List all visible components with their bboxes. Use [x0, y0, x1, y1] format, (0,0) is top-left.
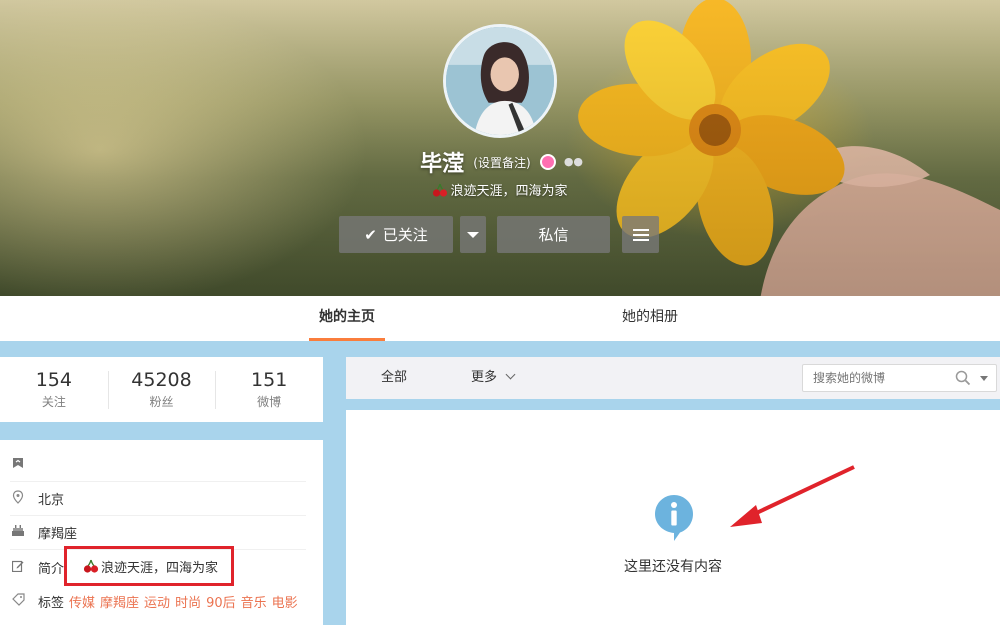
- tags-label: 标签: [38, 595, 65, 611]
- feed-panel: 这里还没有内容: [346, 410, 1000, 625]
- member-badge-icon[interactable]: [539, 154, 556, 170]
- tag-link[interactable]: 运动: [144, 592, 170, 611]
- caret-down-icon: [467, 231, 479, 238]
- filter-more-dropdown[interactable]: 更多: [471, 357, 516, 399]
- level-badge-icon[interactable]: ●●: [564, 156, 583, 168]
- profile-name: 毕滢: [420, 152, 465, 177]
- info-row-birthday: 摩羯座: [10, 516, 306, 550]
- location-pin-icon: [10, 490, 26, 507]
- empty-state-text: 这里还没有内容: [624, 559, 722, 575]
- stat-value: 151: [251, 369, 288, 391]
- tag-link[interactable]: 传媒: [69, 592, 95, 611]
- stat-posts[interactable]: 151 微博: [215, 357, 323, 422]
- stat-following[interactable]: 154 关注: [0, 357, 108, 422]
- tag-link[interactable]: 电影: [272, 592, 298, 611]
- stat-followers[interactable]: 45208 粉丝: [107, 357, 216, 422]
- info-row-level: [10, 448, 306, 482]
- stat-value: 154: [35, 369, 72, 391]
- cherry-icon: [83, 559, 99, 573]
- annotation-arrow: [730, 465, 855, 527]
- weibo-search-box: [802, 364, 997, 392]
- stat-value: 45208: [131, 369, 192, 391]
- check-icon: ✔: [364, 225, 377, 244]
- zodiac-text: 摩羯座: [38, 527, 78, 542]
- set-remark-link[interactable]: (设置备注): [473, 156, 530, 170]
- name-row: 毕滢 (设置备注) ●●: [0, 146, 1000, 178]
- menu-icon: [632, 226, 649, 244]
- chevron-down-icon: [505, 369, 516, 380]
- tag-link[interactable]: 摩羯座: [100, 592, 139, 611]
- tag-link[interactable]: 音乐: [241, 592, 267, 611]
- search-options-caret-icon[interactable]: [980, 376, 988, 381]
- more-menu-button[interactable]: [622, 216, 659, 253]
- stat-label: 粉丝: [149, 395, 174, 409]
- stat-label: 微博: [257, 395, 282, 409]
- profile-motto: 浪迹天涯，四海为家: [0, 180, 1000, 199]
- cherry-icon: [433, 183, 448, 197]
- tag-link[interactable]: 90后: [206, 592, 236, 611]
- edit-icon: [10, 560, 26, 575]
- tag-icon: [10, 593, 26, 609]
- filter-all-tab[interactable]: 全部: [381, 357, 407, 399]
- cover-banner: 毕滢 (设置备注) ●● 浪迹天涯，四海为家 ✔ 已关注 私信: [0, 0, 1000, 296]
- stats-card: 154 关注 45208 粉丝 151 微博: [0, 357, 323, 422]
- tab-home[interactable]: 她的主页: [309, 296, 385, 341]
- message-label: 私信: [538, 226, 569, 244]
- info-row-location: 北京: [10, 482, 306, 516]
- message-button[interactable]: 私信: [497, 216, 610, 253]
- avatar[interactable]: [443, 24, 557, 138]
- weibo-search-input[interactable]: [803, 365, 953, 391]
- profile-tabbar: 她的主页 她的相册: [0, 296, 1000, 341]
- tag-link[interactable]: 时尚: [175, 592, 201, 611]
- feed-filter-bar: 全部 更多: [346, 357, 1000, 399]
- location-text: 北京: [38, 493, 65, 508]
- follow-dropdown-button[interactable]: [460, 216, 486, 253]
- bio-text: 浪迹天涯，四海为家: [101, 560, 219, 576]
- follow-button[interactable]: ✔ 已关注: [339, 216, 453, 253]
- filter-more-label: 更多: [471, 370, 498, 385]
- bio-label: 简介: [38, 561, 65, 577]
- info-icon: [655, 495, 693, 541]
- follow-label: 已关注: [382, 226, 428, 244]
- search-icon[interactable]: [955, 370, 971, 386]
- info-row-tags: 标签 传媒 摩羯座 运动 时尚 90后 音乐 电影: [10, 584, 306, 618]
- stat-label: 关注: [41, 395, 66, 409]
- tab-album[interactable]: 她的相册: [610, 296, 690, 341]
- birthday-cake-icon: [10, 525, 26, 540]
- profile-info-card: 北京 摩羯座 简介 浪迹天涯，四海为家 标签 传媒 摩羯座 运动 时尚 90后 …: [0, 440, 323, 625]
- motto-text: 浪迹天涯，四海为家: [450, 184, 568, 199]
- bookmark-icon: [10, 457, 26, 472]
- avatar-photo: [446, 27, 554, 135]
- bio-highlight-box: 浪迹天涯，四海为家: [64, 546, 234, 586]
